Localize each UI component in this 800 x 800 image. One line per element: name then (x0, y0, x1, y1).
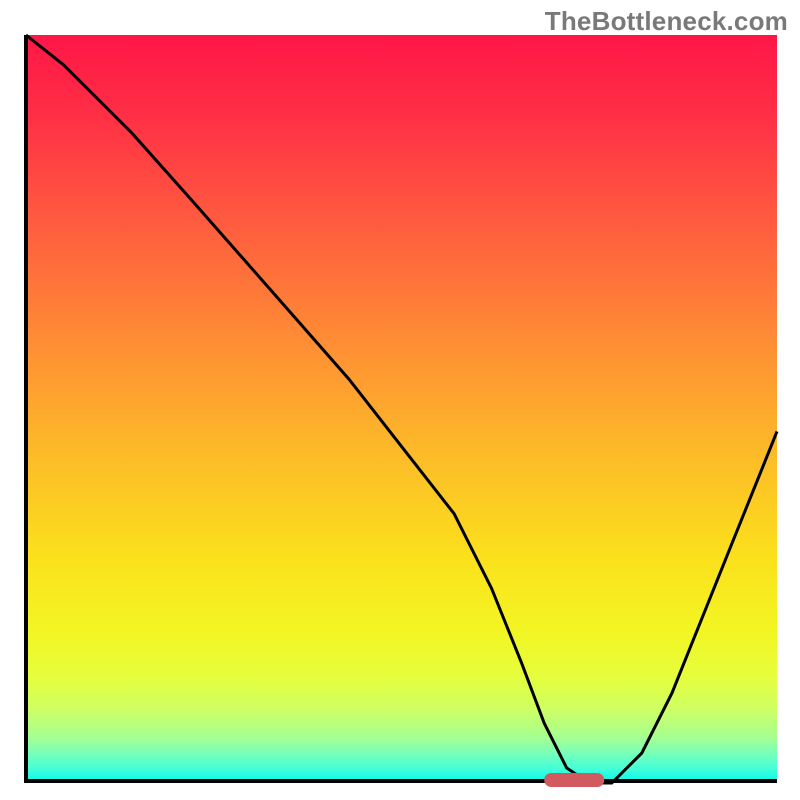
chart-container: TheBottleneck.com (0, 0, 800, 800)
bottleneck-curve (26, 35, 777, 783)
watermark-text: TheBottleneck.com (545, 6, 788, 37)
chart-svg (26, 35, 777, 783)
plot-area (26, 35, 777, 783)
optimal-marker (544, 773, 604, 787)
